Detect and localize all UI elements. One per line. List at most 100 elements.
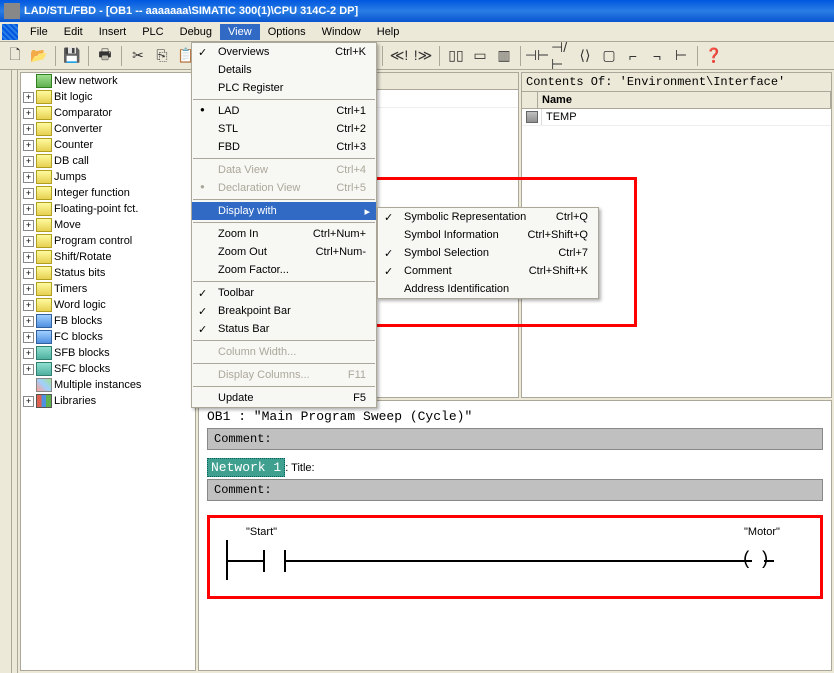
help-button[interactable]: ❓ bbox=[703, 45, 725, 67]
contents-row[interactable]: TEMP bbox=[542, 109, 581, 125]
menu-item[interactable]: ✓Breakpoint Bar bbox=[192, 302, 376, 320]
copy-button[interactable]: ⎘ bbox=[151, 45, 173, 67]
menu-edit[interactable]: Edit bbox=[56, 24, 91, 40]
expand-icon[interactable]: + bbox=[23, 396, 34, 407]
submenu-item[interactable]: ✓Symbolic RepresentationCtrl+Q bbox=[378, 208, 598, 226]
new-button[interactable]: 🗋 bbox=[4, 45, 26, 67]
tree-item[interactable]: +Status bits bbox=[21, 265, 195, 281]
tree-item[interactable]: +SFC blocks bbox=[21, 361, 195, 377]
expand-icon[interactable]: + bbox=[23, 268, 34, 279]
expand-icon[interactable]: + bbox=[23, 316, 34, 327]
comment-box-2[interactable]: Comment: bbox=[207, 479, 823, 501]
menu-item[interactable]: ✓Toolbar bbox=[192, 284, 376, 302]
menu-item[interactable]: ✓OverviewsCtrl+K bbox=[192, 43, 376, 61]
expand-icon[interactable]: + bbox=[23, 188, 34, 199]
tree-item[interactable]: Multiple instances bbox=[21, 377, 195, 393]
menu-item[interactable]: Zoom Factor... bbox=[192, 261, 376, 279]
menu-item[interactable]: Zoom InCtrl+Num+ bbox=[192, 225, 376, 243]
tree-label: SFB blocks bbox=[54, 347, 110, 359]
expand-icon[interactable]: + bbox=[23, 236, 34, 247]
ncontact-button[interactable]: ⊣/⊢ bbox=[550, 45, 572, 67]
menu-insert[interactable]: Insert bbox=[91, 24, 135, 40]
overview-button[interactable]: ▯▯ bbox=[445, 45, 467, 67]
expand-icon[interactable]: + bbox=[23, 364, 34, 375]
box-button[interactable]: ▢ bbox=[598, 45, 620, 67]
expand-icon[interactable]: + bbox=[23, 220, 34, 231]
name-column[interactable]: Name bbox=[538, 92, 831, 108]
tree-item[interactable]: +Timers bbox=[21, 281, 195, 297]
detail-button[interactable]: ▭ bbox=[469, 45, 491, 67]
contact-button[interactable]: ⊣⊢ bbox=[526, 45, 548, 67]
coil-button[interactable]: ⟨⟩ bbox=[574, 45, 596, 67]
tree-item[interactable]: +Word logic bbox=[21, 297, 195, 313]
expand-icon[interactable]: + bbox=[23, 156, 34, 167]
menu-item[interactable]: UpdateF5 bbox=[192, 389, 376, 407]
tree-label: Integer function bbox=[54, 187, 130, 199]
menu-debug[interactable]: Debug bbox=[172, 24, 220, 40]
expand-icon[interactable]: + bbox=[23, 92, 34, 103]
catalog-button[interactable]: ▥ bbox=[493, 45, 515, 67]
expand-icon[interactable]: + bbox=[23, 252, 34, 263]
tree-item[interactable]: +Counter bbox=[21, 137, 195, 153]
open-button[interactable]: 📂 bbox=[28, 45, 50, 67]
menu-plc[interactable]: PLC bbox=[134, 24, 171, 40]
connect-button[interactable]: ⊢ bbox=[670, 45, 692, 67]
menu-item[interactable]: Zoom OutCtrl+Num- bbox=[192, 243, 376, 261]
folder-icon bbox=[36, 378, 52, 392]
expand-icon[interactable]: + bbox=[23, 204, 34, 215]
menu-view[interactable]: View bbox=[220, 24, 260, 40]
comment-box-1[interactable]: Comment: bbox=[207, 428, 823, 450]
submenu-item[interactable]: ✓Symbol SelectionCtrl+7 bbox=[378, 244, 598, 262]
tree-panel[interactable]: New network+Bit logic+Comparator+Convert… bbox=[20, 72, 196, 671]
tree-item[interactable]: +Comparator bbox=[21, 105, 195, 121]
tree-item[interactable]: + Integer function bbox=[21, 185, 195, 201]
print-button[interactable]: 🖶 bbox=[94, 45, 116, 67]
network-title[interactable]: : Title: bbox=[285, 462, 314, 474]
expand-icon[interactable]: + bbox=[23, 108, 34, 119]
submenu-item[interactable]: ✓CommentCtrl+Shift+K bbox=[378, 262, 598, 280]
expand-icon[interactable]: + bbox=[23, 140, 34, 151]
ladder-diagram[interactable]: ( ) bbox=[218, 540, 812, 580]
menu-item[interactable]: FBDCtrl+3 bbox=[192, 138, 376, 156]
tree-item[interactable]: +Floating-point fct. bbox=[21, 201, 195, 217]
menu-item[interactable]: Details bbox=[192, 61, 376, 79]
submenu-item[interactable]: Address Identification bbox=[378, 280, 598, 298]
goto-end-button[interactable]: !≫ bbox=[412, 45, 434, 67]
tree-item[interactable]: +DB call bbox=[21, 153, 195, 169]
branch-close-button[interactable]: ¬ bbox=[646, 45, 668, 67]
goto-start-button[interactable]: ≪! bbox=[388, 45, 410, 67]
tree-item[interactable]: +Converter bbox=[21, 121, 195, 137]
editor-panel[interactable]: OB1 : "Main Program Sweep (Cycle)" Comme… bbox=[198, 400, 832, 671]
menu-file[interactable]: File bbox=[22, 24, 56, 40]
tree-item[interactable]: +Program control bbox=[21, 233, 195, 249]
tree-item[interactable]: + SFB blocks bbox=[21, 345, 195, 361]
mdi-icon[interactable] bbox=[2, 24, 18, 40]
submenu-item[interactable]: Symbol InformationCtrl+Shift+Q bbox=[378, 226, 598, 244]
tree-item[interactable]: +Bit logic bbox=[21, 89, 195, 105]
menu-item[interactable]: PLC Register bbox=[192, 79, 376, 97]
tree-item[interactable]: +Jumps bbox=[21, 169, 195, 185]
tree-item[interactable]: +Move bbox=[21, 217, 195, 233]
tree-item[interactable]: +FC blocks bbox=[21, 329, 195, 345]
expand-icon[interactable]: + bbox=[23, 124, 34, 135]
expand-icon[interactable]: + bbox=[23, 348, 34, 359]
menu-item[interactable]: ✓Status Bar bbox=[192, 320, 376, 338]
network-label[interactable]: Network 1 bbox=[207, 458, 285, 477]
cut-button[interactable]: ✂ bbox=[127, 45, 149, 67]
tree-item[interactable]: +Shift/Rotate bbox=[21, 249, 195, 265]
tree-item[interactable]: New network bbox=[21, 73, 195, 89]
menu-item[interactable]: ●LADCtrl+1 bbox=[192, 102, 376, 120]
menu-help[interactable]: Help bbox=[369, 24, 408, 40]
tree-item[interactable]: +FB blocks bbox=[21, 313, 195, 329]
branch-open-button[interactable]: ⌐ bbox=[622, 45, 644, 67]
expand-icon[interactable]: + bbox=[23, 172, 34, 183]
expand-icon[interactable]: + bbox=[23, 300, 34, 311]
menu-item[interactable]: STLCtrl+2 bbox=[192, 120, 376, 138]
expand-icon[interactable]: + bbox=[23, 284, 34, 295]
menu-options[interactable]: Options bbox=[260, 24, 314, 40]
save-button[interactable]: 💾 bbox=[61, 45, 83, 67]
menu-item[interactable]: Display with▸ bbox=[192, 202, 376, 220]
expand-icon[interactable]: + bbox=[23, 332, 34, 343]
tree-item[interactable]: +Libraries bbox=[21, 393, 195, 409]
menu-window[interactable]: Window bbox=[314, 24, 369, 40]
